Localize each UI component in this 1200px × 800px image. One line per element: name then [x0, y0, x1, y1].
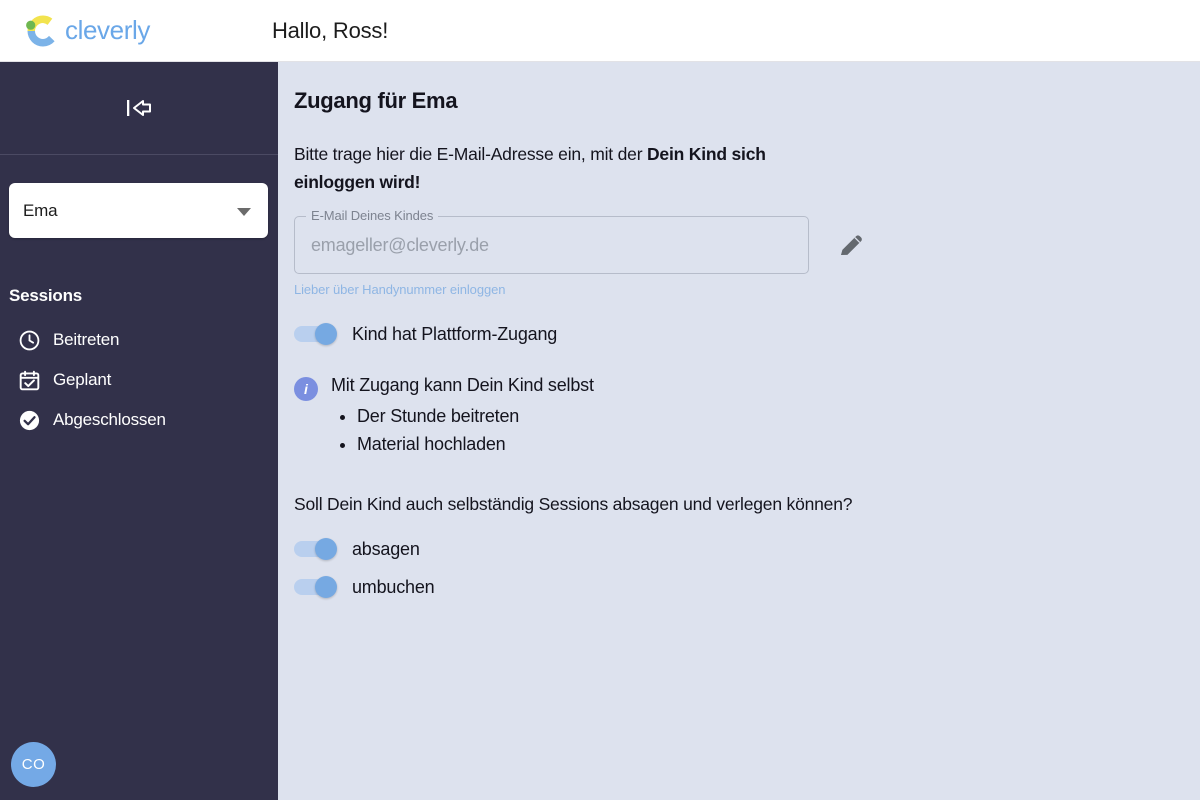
info-list: Der Stunde beitreten Material hochladen — [357, 402, 594, 458]
cancel-permission-row: absagen — [294, 538, 1200, 560]
sidebar-item-label: Geplant — [53, 370, 112, 389]
intro-text-regular: Bitte trage hier die E-Mail-Adresse ein,… — [294, 144, 647, 164]
platform-access-toggle[interactable] — [294, 323, 337, 345]
pencil-icon[interactable] — [837, 231, 865, 259]
list-item: Material hochladen — [357, 430, 594, 458]
info-icon: i — [294, 377, 318, 401]
chevron-down-icon — [237, 207, 251, 216]
check-circle-icon — [17, 408, 41, 432]
intro-paragraph: Bitte trage hier die E-Mail-Adresse ein,… — [294, 140, 839, 196]
email-field-legend: E-Mail Deines Kindes — [306, 208, 439, 223]
sidebar: Ema Sessions Beitreten Geplant Abgeschlo… — [0, 62, 278, 800]
brand-logo-text: cleverly — [65, 15, 150, 45]
toggle-thumb — [315, 576, 337, 598]
top-header: cleverly Hallo, Ross! — [0, 0, 1200, 62]
info-title: Mit Zugang kann Dein Kind selbst — [331, 375, 594, 395]
sidebar-item-label: Abgeschlossen — [53, 410, 166, 429]
main-content: Zugang für Ema Bitte trage hier die E-Ma… — [278, 62, 1200, 800]
email-field-value: emageller@cleverly.de — [311, 234, 489, 255]
app-root: cleverly Hallo, Ross! Ema Sessions Beitr… — [0, 0, 1200, 800]
child-select-wrap: Ema — [0, 155, 278, 238]
toggle-thumb — [315, 323, 337, 345]
sidebar-item-beitreten[interactable]: Beitreten — [0, 320, 278, 360]
page-title: Zugang für Ema — [294, 88, 458, 113]
rebook-permission-label: umbuchen — [352, 576, 435, 597]
cancel-permission-toggle[interactable] — [294, 538, 337, 560]
brand-logo[interactable]: cleverly — [22, 10, 150, 52]
collapse-left-arrow-icon[interactable] — [122, 93, 156, 123]
sidebar-item-geplant[interactable]: Geplant — [0, 360, 278, 400]
platform-access-toggle-row: Kind hat Plattform-Zugang — [294, 323, 1200, 345]
info-body: Mit Zugang kann Dein Kind selbst Der Stu… — [331, 375, 594, 458]
sidebar-section-title: Sessions — [9, 286, 83, 305]
sidebar-collapse-row — [0, 62, 278, 155]
list-item: Der Stunde beitreten — [357, 402, 594, 430]
cleverly-c-logo-icon — [26, 15, 55, 47]
rebook-permission-toggle[interactable] — [294, 576, 337, 598]
child-select-value: Ema — [23, 200, 58, 220]
rebook-permission-row: umbuchen — [294, 576, 1200, 598]
avatar[interactable]: CO — [11, 742, 56, 787]
child-select[interactable]: Ema — [9, 183, 268, 238]
platform-access-toggle-label: Kind hat Plattform-Zugang — [352, 323, 558, 344]
clock-icon — [17, 328, 41, 352]
sidebar-item-label: Beitreten — [53, 330, 120, 349]
info-block: i Mit Zugang kann Dein Kind selbst Der S… — [294, 375, 1200, 458]
calendar-check-icon — [17, 368, 41, 392]
sidebar-item-abgeschlossen[interactable]: Abgeschlossen — [0, 400, 278, 440]
sidebar-nav: Beitreten Geplant Abgeschlossen — [0, 320, 278, 440]
user-greeting: Hallo, Ross! — [271, 17, 389, 43]
email-field-row: E-Mail Deines Kindes emageller@cleverly.… — [294, 208, 1200, 274]
permission-toggles: absagen umbuchen — [294, 538, 1200, 598]
email-field[interactable]: E-Mail Deines Kindes emageller@cleverly.… — [294, 208, 809, 274]
cancel-permission-label: absagen — [352, 538, 420, 559]
permissions-question: Soll Dein Kind auch selbständig Sessions… — [294, 494, 853, 514]
phone-login-link[interactable]: Lieber über Handynummer einloggen — [294, 282, 1200, 297]
toggle-thumb — [315, 538, 337, 560]
